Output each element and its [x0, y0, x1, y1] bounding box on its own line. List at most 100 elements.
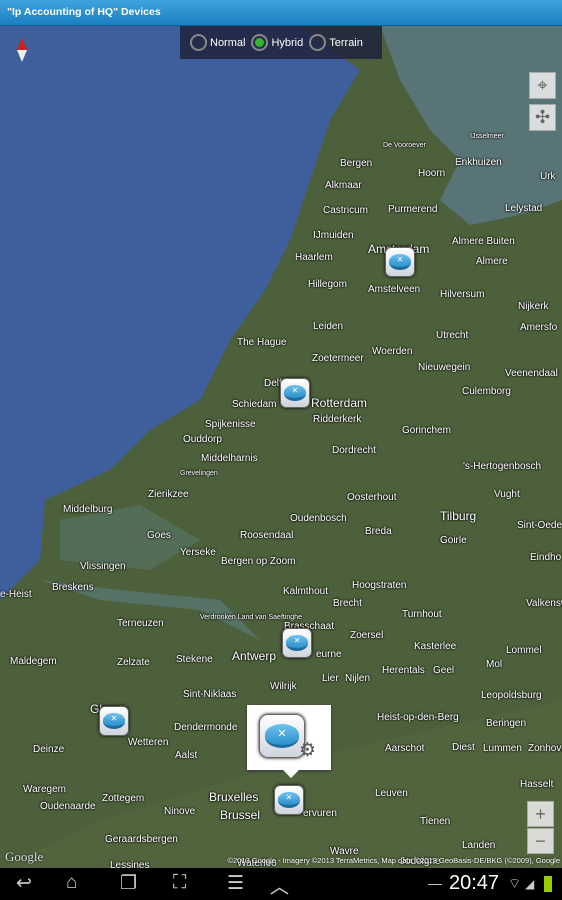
place-label: Lelystad	[505, 203, 543, 214]
system-navigation-bar: ↩ ⌂ ❐ ⛶ ☰ ︿ — 20:47 ⌔ ◢	[0, 868, 562, 900]
place-label: Zonhove	[528, 743, 562, 754]
router-icon: ✕	[103, 713, 125, 729]
place-label: Gorinchem	[402, 425, 451, 436]
place-label: Antwerp	[232, 649, 277, 663]
place-label: Zoetermeer	[312, 353, 364, 364]
place-label: Geel	[433, 665, 455, 676]
home-icon[interactable]: ⌂	[66, 872, 77, 894]
place-label: Stekene	[176, 654, 213, 665]
place-label: Breda	[365, 526, 392, 537]
place-label: Kalmthout	[283, 586, 329, 597]
place-label: Leiden	[313, 321, 344, 332]
place-label: Zoersel	[350, 630, 384, 641]
map-mode-terrain[interactable]: Terrain	[309, 34, 363, 51]
map-mode-label: Normal	[210, 36, 246, 49]
place-label: Vlissingen	[80, 561, 126, 572]
minus-indicator-icon: —	[428, 875, 442, 891]
place-label: Ridderkerk	[313, 414, 362, 425]
radio-button[interactable]	[251, 34, 269, 51]
wifi-icon: ⌔	[508, 875, 522, 891]
place-label: Maldegem	[10, 656, 57, 667]
place-label: Zierikzee	[148, 489, 189, 500]
place-label: Grevelingen	[180, 470, 218, 477]
place-label: Leopoldsburg	[481, 690, 542, 701]
radio-button[interactable]	[309, 34, 327, 51]
screenshot-icon[interactable]: ⛶	[173, 872, 186, 894]
battery-icon	[544, 876, 552, 892]
device-marker[interactable]: ✕	[280, 378, 310, 408]
place-label: Oudenbosch	[290, 513, 347, 524]
zoom-out-button[interactable]: −	[527, 828, 554, 854]
place-label: Beringen	[486, 718, 527, 729]
my-location-button[interactable]: ⌖	[529, 72, 556, 99]
menu-icon[interactable]: ☰	[227, 872, 244, 895]
app-title: "Ip Accounting of HQ" Devices	[7, 6, 161, 18]
place-label: Hasselt	[520, 779, 554, 790]
map-mode-label: Terrain	[329, 36, 363, 49]
place-label: Purmerend	[388, 204, 438, 215]
gear-icon[interactable]: ⚙	[299, 739, 316, 762]
place-label: 's-Hertogenbosch	[463, 461, 542, 472]
compass-rose-icon: ✣	[534, 107, 551, 127]
device-marker[interactable]: ✕	[282, 628, 312, 658]
place-label: Kasterlee	[414, 641, 457, 652]
place-label: Hoogstraten	[352, 580, 407, 591]
place-label: Middelburg	[63, 504, 113, 515]
place-label: Geraardsbergen	[105, 834, 178, 845]
compass-button[interactable]: ✣	[529, 104, 556, 131]
place-label: Waregem	[23, 784, 66, 795]
place-label: Hillegom	[308, 279, 347, 290]
signal-icon: ◢	[525, 877, 535, 891]
router-icon: ✕	[278, 792, 300, 808]
place-label: Dordrecht	[332, 445, 376, 456]
zoom-in-button[interactable]: +	[527, 801, 554, 827]
place-label: Nijlen	[345, 673, 371, 684]
place-label: Urk	[540, 171, 556, 182]
place-label: IJsselmeer	[470, 133, 504, 140]
place-label: Oosterhout	[347, 492, 397, 503]
chevron-up-icon[interactable]: ︿	[270, 872, 289, 899]
place-label: Nijkerk	[518, 301, 549, 312]
place-label: Almere	[476, 256, 508, 267]
place-label: Haarlem	[295, 252, 333, 263]
place-label: Nieuwegein	[418, 362, 471, 373]
place-label: Dendermonde	[174, 722, 238, 733]
place-label: Oudenaarde	[40, 801, 96, 812]
place-label: Utrecht	[436, 330, 469, 341]
place-label: Ninove	[164, 806, 196, 817]
device-marker[interactable]: ✕	[385, 247, 415, 277]
map-view[interactable]: De Vooroever IJsselmeer Bergen Hoorn Enkhuiz…	[0, 26, 562, 868]
place-label: Leuven	[375, 788, 408, 799]
map-mode-normal[interactable]: Normal	[190, 34, 245, 51]
recent-apps-icon[interactable]: ❐	[120, 872, 137, 895]
place-label: Aarschot	[385, 743, 425, 754]
place-label: Wilrijk	[270, 681, 297, 692]
place-label: Ouddorp	[183, 434, 222, 445]
status-clock: 20:47	[449, 872, 500, 894]
place-label: Goes	[147, 530, 171, 541]
place-label: Mol	[486, 659, 503, 670]
device-info-window[interactable]: ✕ ⚙	[247, 705, 331, 778]
place-label: Amstelveen	[368, 284, 421, 295]
map-type-selector: Normal Hybrid Terrain	[180, 26, 382, 59]
place-label: e-Heist	[0, 589, 32, 600]
place-label: Aalst	[175, 750, 198, 761]
place-label: Woerden	[372, 346, 413, 357]
place-label: Turnhout	[402, 609, 442, 620]
place-label: Alkmaar	[325, 180, 362, 191]
place-label: Lier	[322, 673, 339, 684]
place-label: Hoorn	[418, 168, 446, 179]
place-label: IJmuiden	[313, 230, 354, 241]
device-marker[interactable]: ✕	[99, 706, 129, 736]
back-icon[interactable]: ↩	[16, 872, 32, 895]
radio-button[interactable]	[190, 34, 207, 51]
router-icon: ✕	[286, 635, 308, 651]
place-label: Yerseke	[180, 547, 216, 558]
place-label: Breskens	[52, 582, 94, 593]
place-label: The Hague	[237, 337, 287, 348]
map-mode-hybrid[interactable]: Hybrid	[251, 34, 303, 51]
device-marker[interactable]: ✕	[274, 785, 304, 815]
place-label: Culemborg	[462, 386, 511, 397]
north-compass-icon[interactable]	[17, 38, 27, 62]
place-label: Verdronken Land van Saeftinghe	[200, 614, 302, 621]
